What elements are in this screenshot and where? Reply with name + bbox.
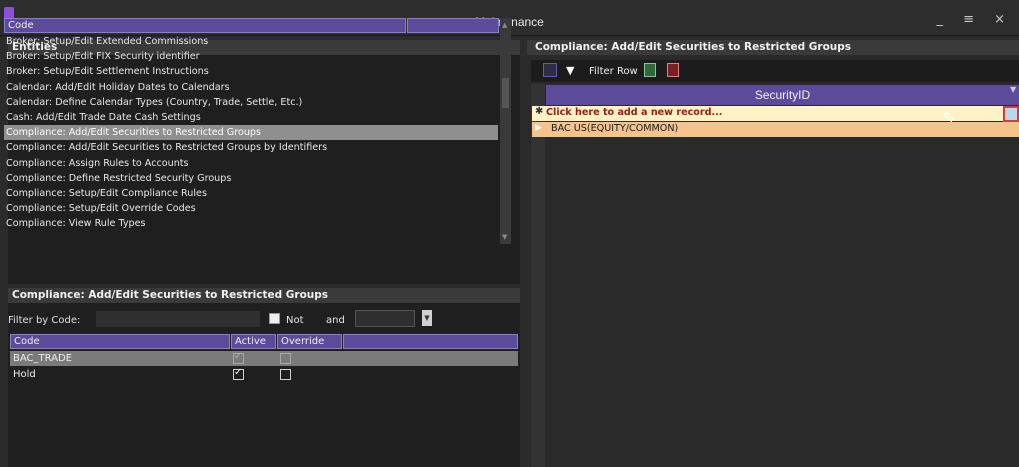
row-indicator-column <box>531 84 545 467</box>
scroll-up-icon[interactable]: ▲ <box>502 21 507 29</box>
entity-row[interactable]: Compliance: Add/Edit Securities to Restr… <box>4 140 498 155</box>
entity-row[interactable]: Compliance: Setup/Edit Compliance Rules <box>4 186 498 201</box>
cell-edit-button[interactable] <box>1003 106 1019 122</box>
row-code: BAC_TRADE <box>13 353 73 364</box>
filter-row-button[interactable]: Filter Row <box>589 66 638 77</box>
entities-code-column-header[interactable]: Code <box>4 18 406 33</box>
active-checkbox[interactable] <box>233 367 244 380</box>
and-label: and <box>326 315 345 326</box>
filter-input[interactable] <box>96 311 260 327</box>
not-checkbox[interactable] <box>269 313 280 324</box>
detail-pane: Compliance: Add/Edit Securities to Restr… <box>8 288 520 467</box>
filter-label: Filter by Code: <box>8 315 81 326</box>
entity-row[interactable]: Compliance: Define Restricted Security G… <box>4 171 498 186</box>
entity-row[interactable]: Compliance: View Rule Types <box>4 216 498 231</box>
scroll-down-icon[interactable]: ▼ <box>502 233 507 241</box>
chevron-down-icon[interactable]: ▼ <box>422 310 432 326</box>
entity-row[interactable]: Calendar: Define Calendar Types (Country… <box>4 95 498 110</box>
pdf-export-icon[interactable] <box>667 63 679 77</box>
active-checkbox[interactable] <box>233 351 244 364</box>
security-id-cell: BAC US(EQUITY/COMMON) <box>551 123 679 134</box>
filter-icon[interactable]: ▼ <box>566 64 574 77</box>
entity-row[interactable]: Broker: Setup/Edit Settlement Instructio… <box>4 64 498 79</box>
entity-row[interactable]: Broker: Setup/Edit Extended Commissions <box>4 34 498 49</box>
entities-list: Broker: Setup/Edit Extended Commissions … <box>4 34 498 244</box>
table-row-selected[interactable] <box>10 351 518 366</box>
override-checkbox[interactable] <box>280 369 291 380</box>
column-filter-icon[interactable]: ▼ <box>1010 85 1016 94</box>
chart-icon[interactable] <box>543 63 557 77</box>
row-pointer-icon: ▶ <box>535 123 542 133</box>
and-select[interactable] <box>355 310 415 327</box>
securityid-column-header[interactable]: SecurityID <box>546 85 1019 105</box>
entity-row[interactable]: Broker: Setup/Edit FIX Security identifi… <box>4 49 498 64</box>
blank-column-header <box>343 334 518 349</box>
entity-row[interactable]: Compliance: Setup/Edit Override Codes <box>4 201 498 216</box>
entities-extra-column-header[interactable] <box>407 18 499 33</box>
code-column-header[interactable]: Code <box>10 334 230 349</box>
entity-row[interactable]: Compliance: Assign Rules to Accounts <box>4 156 498 171</box>
entity-row-selected[interactable]: Compliance: Add/Edit Securities to Restr… <box>4 125 498 141</box>
not-label: Not <box>286 315 304 326</box>
override-column-header[interactable]: Override <box>277 334 342 349</box>
row-code: Hold <box>13 369 36 380</box>
entity-row[interactable]: Cash: Add/Edit Trade Date Cash Settings <box>4 110 498 125</box>
new-row-star-icon: ✱ <box>535 106 544 117</box>
window-controls[interactable]: _ ≡ × <box>936 12 1013 27</box>
new-record-prompt[interactable]: Click here to add a new record... <box>546 107 722 118</box>
scroll-thumb[interactable] <box>502 78 509 108</box>
detail-header: Compliance: Add/Edit Securities to Restr… <box>8 288 520 303</box>
override-checkbox[interactable] <box>280 353 291 364</box>
securities-header: Compliance: Add/Edit Securities to Restr… <box>527 40 1019 55</box>
entities-scrollbar[interactable]: ▲ ▼ <box>500 18 511 244</box>
entity-row[interactable]: Calendar: Add/Edit Holiday Dates to Cale… <box>4 80 498 95</box>
active-column-header[interactable]: Active <box>231 334 276 349</box>
excel-export-icon[interactable] <box>644 63 656 77</box>
